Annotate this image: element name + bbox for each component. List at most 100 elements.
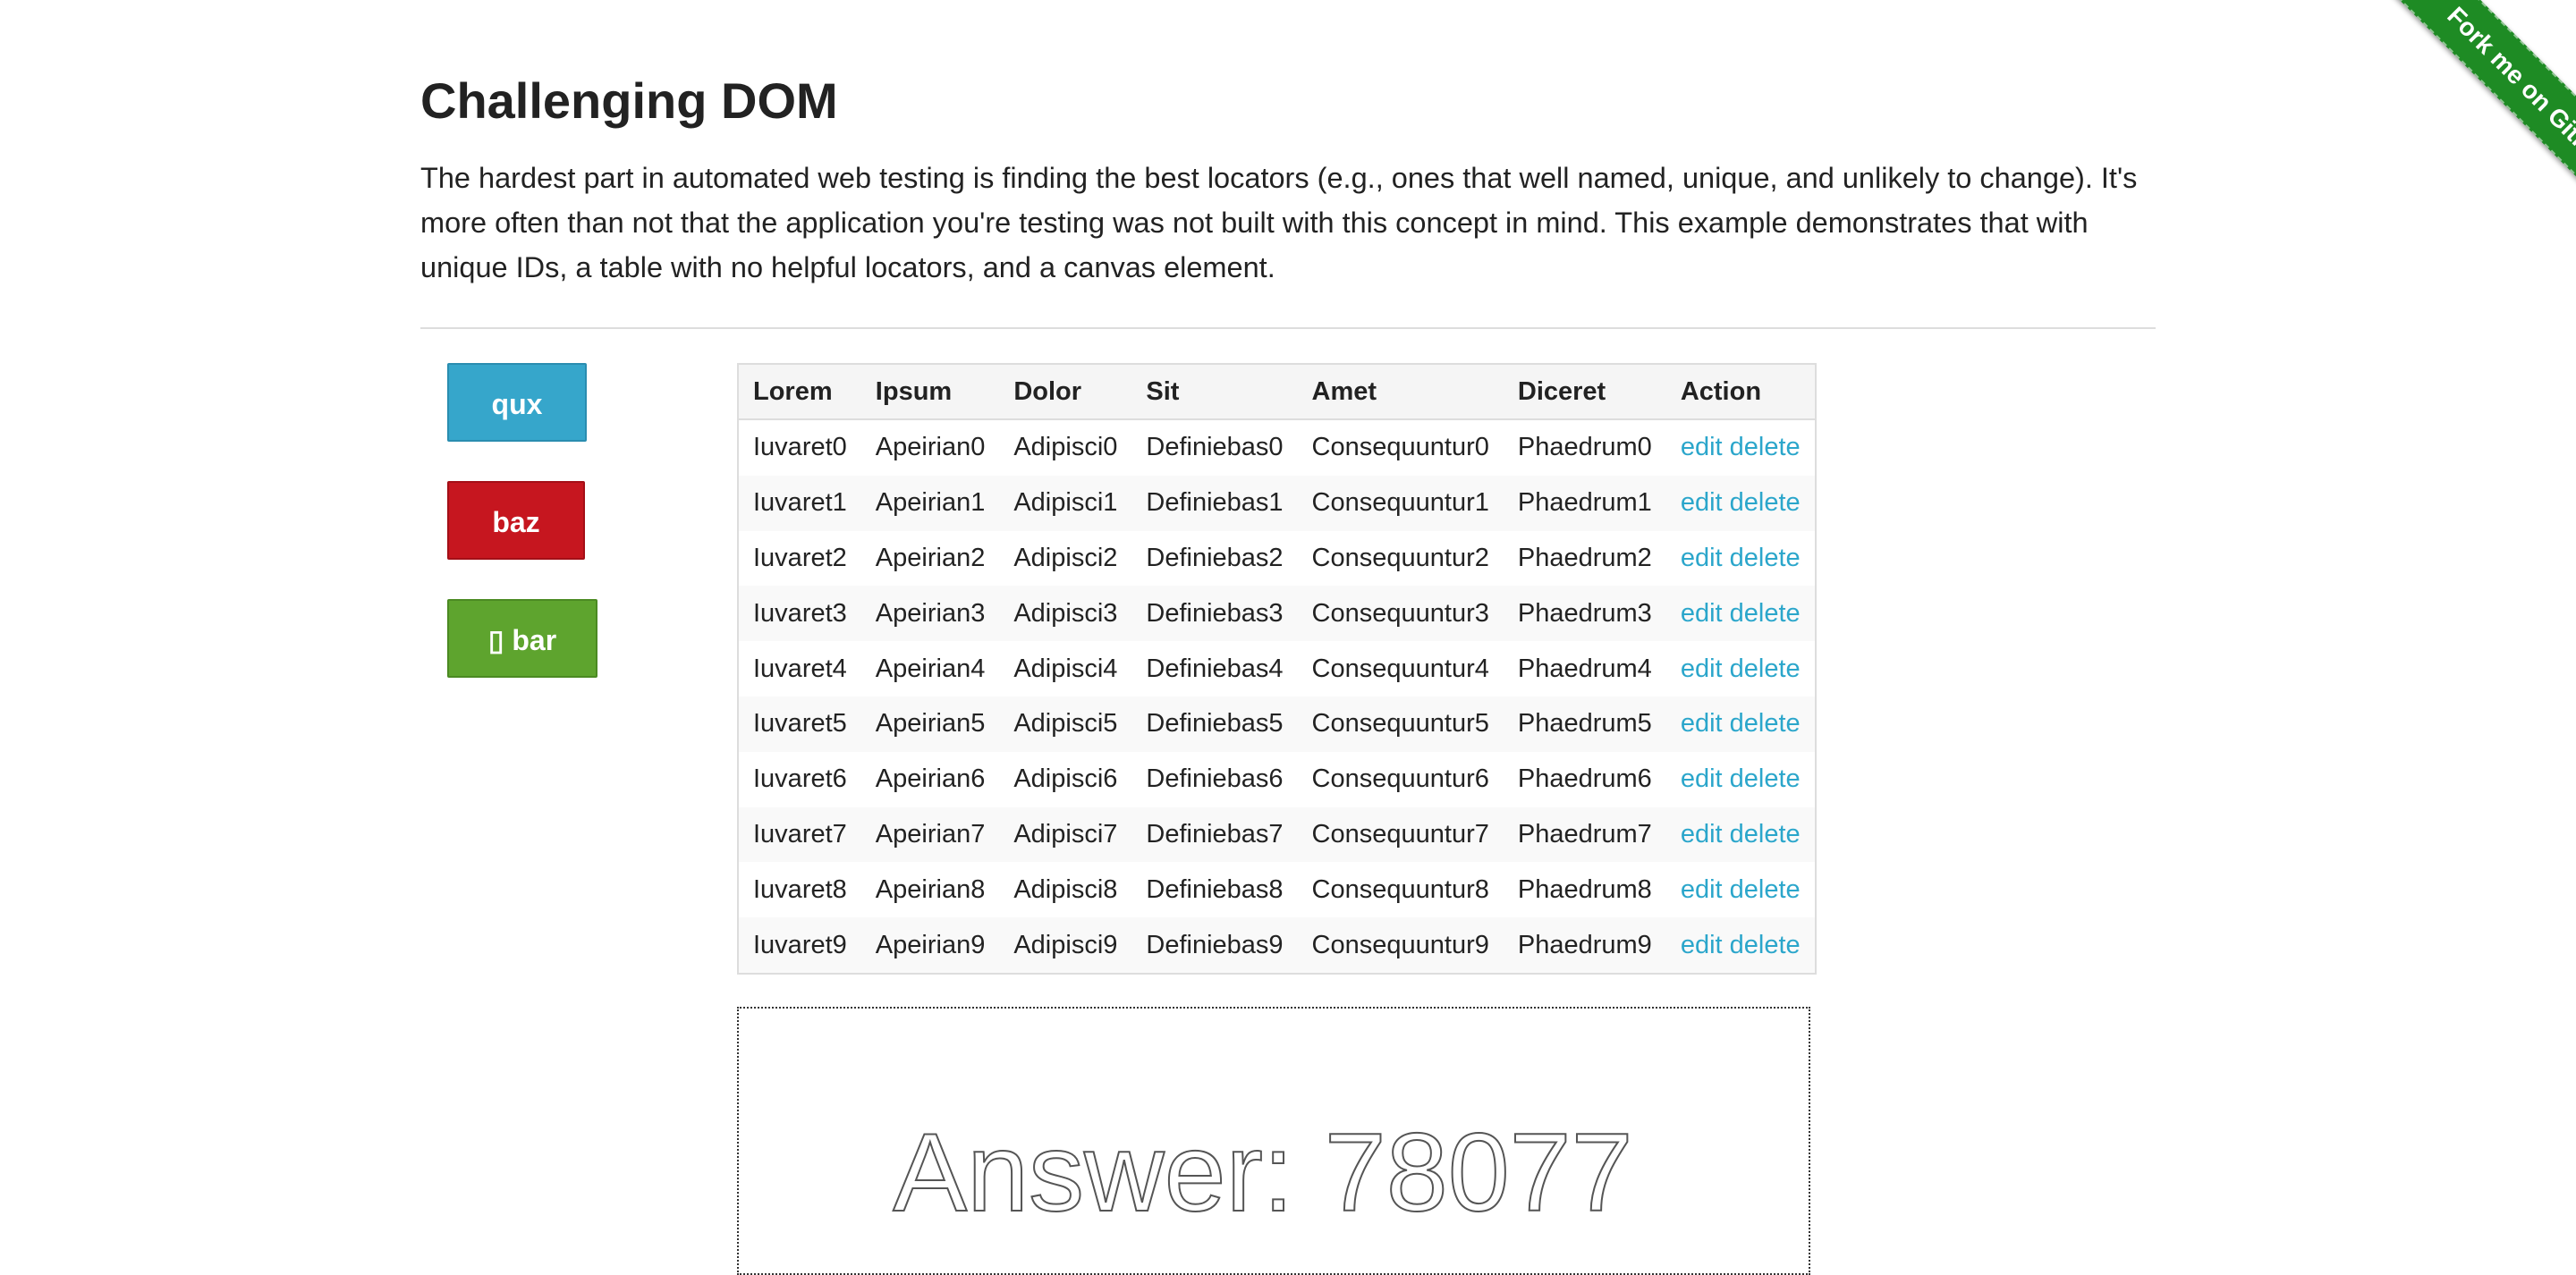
- cell-amet: Consequuntur1: [1297, 475, 1504, 531]
- delete-link[interactable]: delete: [1730, 433, 1801, 461]
- cell-sit: Definiebas8: [1146, 874, 1284, 904]
- cell-action: edit delete: [1666, 862, 1816, 917]
- cell-action: edit delete: [1666, 752, 1816, 807]
- cell-ipsum: Apeirian5: [860, 696, 1000, 752]
- table-body: Iuvaret0 Apeirian0 Adipisci0 Definiebas0 Con…: [738, 419, 1816, 974]
- cell-sit: Definiebas2: [1146, 543, 1284, 572]
- cell-amet: Consequuntur6: [1311, 764, 1489, 794]
- canvas-drawing: Answer: 78077: [892, 1110, 1633, 1236]
- cell-sit: Definiebas9: [1131, 917, 1298, 974]
- column-header-sit: Sit: [1131, 364, 1298, 420]
- cell-ipsum: Apeirian2: [875, 543, 986, 572]
- cell-sit: Definiebas3: [1131, 586, 1298, 642]
- column-header-dolor: Dolor: [999, 364, 1132, 420]
- delete-link[interactable]: delete: [1730, 764, 1801, 793]
- cell-action: edit delete: [1666, 531, 1816, 587]
- qux-button[interactable]: qux: [447, 363, 587, 442]
- cell-action: edit delete: [1665, 806, 1816, 863]
- delete-link[interactable]: delete: [1730, 488, 1801, 517]
- cell-dolor: Adipisci0: [1013, 433, 1118, 462]
- delete-link[interactable]: delete: [1730, 709, 1801, 738]
- cell-ipsum: Apeirian9: [860, 917, 1000, 974]
- cell-ipsum: Apeirian6: [875, 764, 986, 794]
- bar-button[interactable]: ▯ bar: [447, 599, 597, 678]
- table-row: Iuvaret4 Apeirian4 Adipisci4 Definiebas4 Con…: [738, 641, 1816, 697]
- cell-amet: Consequuntur7: [1297, 806, 1504, 863]
- cell-ipsum: Apeirian1: [860, 475, 1000, 531]
- cell-amet: Consequuntur4: [1311, 654, 1489, 683]
- cell-lorem: Iuvaret3: [738, 586, 861, 642]
- page-description: The hardest part in automated web testin…: [420, 162, 2138, 283]
- cell-diceret: Phaedrum2: [1517, 543, 1652, 572]
- cell-lorem: Iuvaret5: [738, 696, 861, 752]
- cell-diceret: Phaedrum6: [1517, 764, 1652, 794]
- cell-sit: Definiebas6: [1146, 764, 1284, 794]
- cell-amet: Consequuntur9: [1297, 917, 1504, 974]
- table-row: Iuvaret3 Apeirian3 Adipisci3 Definiebas3 Con…: [738, 586, 1816, 642]
- delete-link[interactable]: delete: [1730, 820, 1801, 849]
- edit-link[interactable]: edit: [1681, 544, 1723, 572]
- cell-lorem: Iuvaret6: [753, 764, 847, 794]
- cell-diceret: Phaedrum4: [1517, 654, 1652, 683]
- cell-amet: Consequuntur3: [1297, 586, 1504, 642]
- cell-sit: Definiebas7: [1131, 806, 1298, 863]
- delete-link[interactable]: delete: [1730, 654, 1801, 683]
- cell-lorem: Iuvaret1: [738, 475, 861, 531]
- cell-amet: Consequuntur5: [1297, 696, 1504, 752]
- table-row: Iuvaret5 Apeirian5 Adipisci5 Definiebas5 Con…: [738, 696, 1816, 752]
- edit-link[interactable]: edit: [1681, 931, 1723, 959]
- cell-amet: Consequuntur2: [1311, 543, 1489, 572]
- edit-link[interactable]: edit: [1681, 875, 1723, 904]
- edit-link[interactable]: edit: [1681, 820, 1723, 849]
- cell-action: edit delete: [1665, 696, 1816, 752]
- cell-diceret: Phaedrum5: [1503, 696, 1666, 752]
- cell-lorem: Iuvaret4: [753, 654, 847, 683]
- column-header-ipsum: Ipsum: [860, 364, 1000, 420]
- cell-ipsum: Apeirian0: [875, 433, 986, 462]
- github-ribbon[interactable]: Fork me on GitHub: [2308, 0, 2576, 268]
- edit-link[interactable]: edit: [1681, 654, 1723, 683]
- cell-dolor: Adipisci5: [999, 696, 1132, 752]
- data-table: Lorem Ipsum Dolor Sit Amet Diceret Actio…: [737, 363, 1817, 975]
- cell-sit: Definiebas0: [1146, 433, 1284, 462]
- delete-link[interactable]: delete: [1730, 599, 1801, 628]
- column-header-amet: Amet: [1297, 364, 1504, 420]
- edit-link[interactable]: edit: [1681, 764, 1723, 793]
- table-header-row: Lorem Ipsum Dolor Sit Amet Diceret Actio…: [738, 364, 1816, 420]
- cell-lorem: Iuvaret2: [753, 543, 847, 572]
- table-row: Iuvaret8 Apeirian8 Adipisci8 Definiebas8 Con…: [738, 862, 1816, 917]
- cell-ipsum: Apeirian3: [860, 586, 1000, 642]
- cell-dolor: Adipisci4: [1013, 654, 1118, 683]
- cell-action: edit delete: [1666, 419, 1816, 476]
- table-row: Iuvaret0 Apeirian0 Adipisci0 Definiebas0 Con…: [738, 419, 1816, 476]
- delete-link[interactable]: delete: [1730, 931, 1801, 959]
- cell-diceret: Phaedrum9: [1503, 917, 1666, 974]
- baz-button[interactable]: baz: [447, 481, 585, 560]
- fork-me-ribbon-link[interactable]: Fork me on GitHub: [2377, 0, 2576, 245]
- column-header-action: Action: [1665, 364, 1816, 420]
- table-row: Iuvaret7 Apeirian7 Adipisci7 Definiebas7 Con…: [738, 806, 1816, 863]
- table-row: Iuvaret6 Apeirian6 Adipisci6 Definiebas6 Con…: [738, 752, 1816, 807]
- table-row: Iuvaret9 Apeirian9 Adipisci9 Definiebas9 Con…: [738, 917, 1816, 974]
- delete-link[interactable]: delete: [1730, 875, 1801, 904]
- edit-link[interactable]: edit: [1681, 709, 1723, 738]
- cell-diceret: Phaedrum0: [1517, 433, 1652, 462]
- column-header-diceret: Diceret: [1503, 364, 1666, 420]
- cell-action: edit delete: [1665, 586, 1816, 642]
- delete-link[interactable]: delete: [1730, 544, 1801, 572]
- cell-lorem: Iuvaret7: [738, 806, 861, 863]
- cell-action: edit delete: [1665, 917, 1816, 974]
- canvas-answer-text: Answer: 78077: [893, 1111, 1632, 1235]
- table-row: Iuvaret2 Apeirian2 Adipisci2 Definiebas2 Con…: [738, 531, 1816, 587]
- divider: [420, 327, 2156, 329]
- cell-diceret: Phaedrum1: [1503, 475, 1666, 531]
- edit-link[interactable]: edit: [1681, 488, 1723, 517]
- cell-dolor: Adipisci8: [1013, 874, 1118, 904]
- cell-amet: Consequuntur8: [1311, 874, 1489, 904]
- cell-dolor: Adipisci6: [1013, 764, 1118, 794]
- cell-diceret: Phaedrum3: [1503, 586, 1666, 642]
- edit-link[interactable]: edit: [1681, 433, 1723, 461]
- edit-link[interactable]: edit: [1681, 599, 1723, 628]
- page-title: Challenging DOM: [420, 72, 838, 129]
- cell-dolor: Adipisci9: [999, 917, 1132, 974]
